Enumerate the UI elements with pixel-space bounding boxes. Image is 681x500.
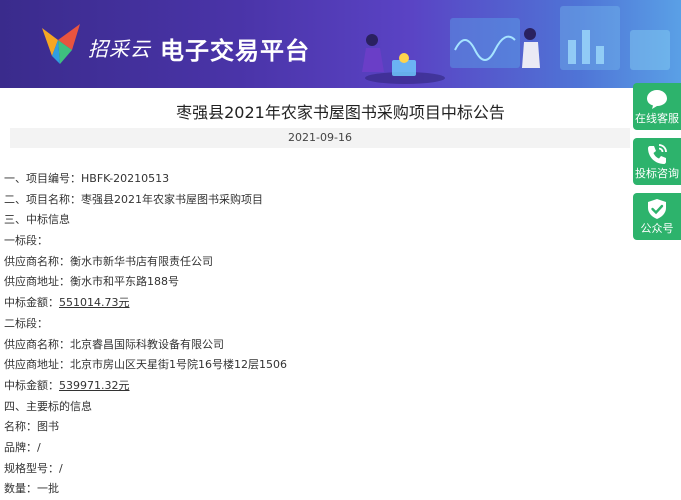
banner-illustration — [362, 6, 670, 84]
publish-date: 2021-09-16 — [288, 131, 352, 144]
item-name: 名称：图书 — [4, 420, 59, 434]
wechat-account-label: 公众号 — [640, 222, 674, 235]
lot-1-supplier-name: 供应商名称：衡水市新华书店有限责任公司 — [4, 254, 213, 268]
chat-bubble-icon — [647, 90, 667, 109]
brand-name: 招采云 — [88, 37, 151, 61]
online-service-button[interactable]: 在线客服 — [633, 83, 681, 130]
lot-1-heading: 一标段： — [4, 234, 48, 248]
publish-date-bar: 2021-09-16 — [10, 128, 630, 148]
lot-2-supplier-name: 供应商名称：北京睿昌国际科教设备有限公司 — [4, 337, 224, 351]
page-title: 枣强县2021年农家书屋图书采购项目中标公告 — [176, 103, 505, 122]
section-heading-award: 三、中标信息 — [4, 213, 70, 227]
item-quantity: 数量：一批 — [4, 482, 59, 496]
logo-icon — [42, 24, 80, 64]
lot-2-supplier-address: 供应商地址：北京市房山区天星街1号院16号楼12层1506 — [4, 358, 287, 372]
item-spec: 规格型号：/ — [4, 461, 63, 475]
project-name: 二、项目名称：枣强县2021年农家书屋图书采购项目 — [4, 192, 263, 206]
notice-content: 一、项目编号：HBFK-20210513 二、项目名称：枣强县2021年农家书屋… — [4, 169, 624, 500]
online-service-label: 在线客服 — [635, 112, 679, 125]
bid-consult-label: 投标咨询 — [635, 167, 679, 180]
lot-2-award-amount: 中标金额：539971.32元 — [4, 378, 130, 392]
wechat-account-button[interactable]: 公众号 — [633, 193, 681, 240]
bid-consult-button[interactable]: 投标咨询 — [633, 138, 681, 185]
item-brand: 品牌：/ — [4, 440, 41, 454]
header-banner: 招采云 电子交易平台 — [0, 0, 681, 88]
phone-icon — [648, 144, 667, 164]
shield-check-icon — [648, 199, 666, 219]
platform-title: 电子交易平台 — [160, 37, 310, 65]
lot-1-award-amount: 中标金额：551014.73元 — [4, 296, 130, 310]
lot-2-heading: 二标段： — [4, 316, 48, 330]
section-heading-items: 四、主要标的信息 — [4, 399, 92, 413]
lot-1-supplier-address: 供应商地址：衡水市和平东路188号 — [4, 275, 179, 289]
project-number: 一、项目编号：HBFK-20210513 — [4, 172, 170, 185]
